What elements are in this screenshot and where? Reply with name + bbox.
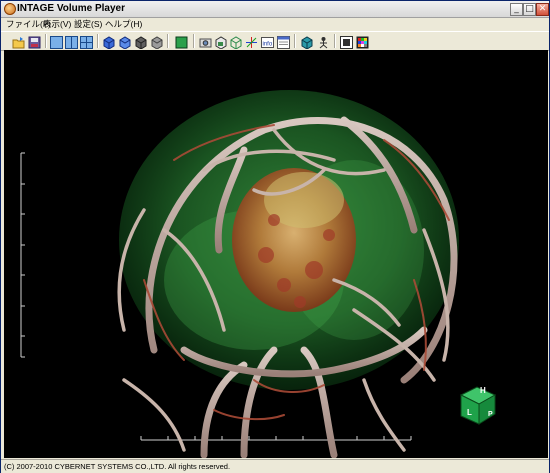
cube-teal-icon[interactable] [300,34,313,50]
menu-bar: ファイル(F) 表示(V) 設定(S) ヘルプ(H) [1,18,549,30]
menu-settings[interactable]: 設定(S) [74,18,102,30]
close-button[interactable]: ✕ [536,3,549,16]
green-square-icon[interactable] [175,34,188,49]
volume-rendering-image: H L P [20,90,497,458]
app-window: INTAGE Volume Player _ □ ✕ ファイル(F) 表示(V)… [0,0,550,473]
orientation-label-right: P [488,411,493,418]
info-icon[interactable]: info [261,34,274,48]
svg-text:info: info [263,42,273,48]
axes-icon[interactable] [245,34,258,48]
cube-gray-icon[interactable] [134,34,147,50]
status-bar: (C) 2007-2010 CYBERNET SYSTEMS CO.,LTD. … [1,459,549,473]
print-icon[interactable] [214,34,227,50]
minimize-button[interactable]: _ [510,3,523,16]
toolbar-separator [167,34,169,48]
screen-icon[interactable] [340,34,353,49]
cube-blue-outline-icon[interactable] [118,34,131,50]
menu-view[interactable]: 表示(V) [43,18,71,30]
toolbar-separator [45,34,47,48]
orientation-cube[interactable]: H L P [459,386,497,425]
toolbar-separator [334,34,336,48]
orientation-label-left: L [467,408,472,417]
toolbar-separator [97,34,99,48]
vertical-scale-ruler [20,152,25,358]
app-logo-icon [4,3,16,15]
title-bar[interactable]: INTAGE Volume Player _ □ ✕ [1,1,549,18]
palette-icon[interactable] [356,34,369,49]
volume-render-view[interactable]: H L P [4,50,548,458]
toolbar: info [1,31,549,51]
orientation-label-top: H [480,386,486,395]
layout-quad-icon[interactable] [80,34,93,49]
copyright-text: (C) 2007-2010 CYBERNET SYSTEMS CO.,LTD. … [4,462,231,471]
camera-icon[interactable] [199,34,212,48]
menu-help[interactable]: ヘルプ(H) [105,18,142,30]
cube-gray-light-icon[interactable] [150,34,163,50]
window-title: INTAGE Volume Player [17,3,125,14]
toolbar-separator [294,34,296,48]
window-icon[interactable] [277,34,290,49]
layout-split-icon[interactable] [65,34,78,49]
toolbar-separator [193,34,195,48]
cube-blue-icon[interactable] [102,34,115,50]
open-folder-icon[interactable] [12,34,25,49]
cube-wire-icon[interactable] [229,34,242,50]
layout-single-icon[interactable] [50,34,63,49]
maximize-button[interactable]: □ [523,3,536,16]
person-icon[interactable] [317,34,330,49]
save-icon[interactable] [28,34,41,49]
